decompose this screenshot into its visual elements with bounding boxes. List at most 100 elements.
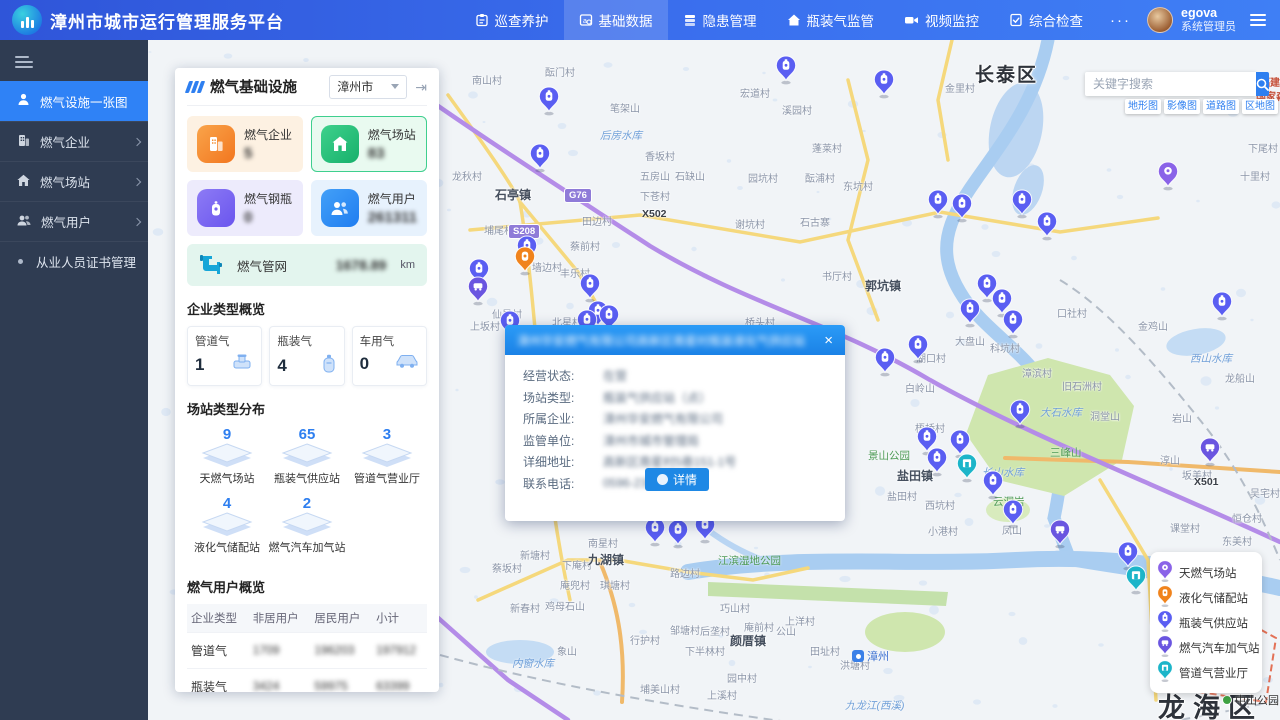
car-pin-icon: [1156, 635, 1174, 661]
search-icon: [1256, 78, 1269, 91]
layers-icon: [281, 512, 333, 536]
layer-button-4[interactable]: 区地图: [1242, 99, 1278, 114]
search-input[interactable]: [1085, 72, 1256, 96]
gas-user-table: 企业类型非居用户居民用户小计 管道气1709196203197912瓶装气342…: [187, 604, 427, 692]
stat-card-1[interactable]: 燃气企业5: [187, 116, 303, 172]
sidebar: 燃气设施一张图燃气企业燃气场站燃气用户从业人员证书管理: [0, 40, 148, 720]
svg-text:a: a: [583, 18, 587, 25]
sidebar-item-4[interactable]: 燃气用户: [0, 201, 148, 241]
map-pin-bottled[interactable]: [958, 298, 982, 333]
legend-item-hall: 管道气营业厅: [1156, 660, 1256, 685]
nav-item-6[interactable]: 综合检查: [994, 0, 1098, 40]
user-role: 系统管理员: [1181, 21, 1236, 34]
map-pin-hall[interactable]: [1124, 565, 1148, 600]
sidebar-item-3[interactable]: 燃气场站: [0, 161, 148, 201]
map-pin-car[interactable]: [466, 276, 490, 311]
map-pin-bottled[interactable]: [926, 189, 950, 224]
map-pin-bottled[interactable]: [872, 69, 896, 104]
map-pin-car[interactable]: [1198, 437, 1222, 472]
station-type-3[interactable]: 3管道气营业厅: [347, 426, 427, 486]
panel-title: 燃气基础设施: [210, 76, 297, 97]
map-pin-bottled[interactable]: [1035, 211, 1059, 246]
station-type-4[interactable]: 4液化气储配站: [187, 495, 267, 555]
nav-item-2[interactable]: a基础数据: [564, 0, 668, 40]
map-pin-bottled[interactable]: [950, 193, 974, 228]
sidebar-item-1[interactable]: 燃气设施一张图: [0, 81, 148, 121]
sidebar-item-2[interactable]: 燃气企业: [0, 121, 148, 161]
layer-switcher: 地形图影像图道路图区地图: [1125, 99, 1278, 114]
station-type-2[interactable]: 65瓶装气供应站: [267, 426, 347, 486]
station-type-5[interactable]: 2燃气汽车加气站: [267, 495, 347, 555]
sidebar-collapse-icon[interactable]: [0, 40, 148, 81]
popup-close-icon[interactable]: ×: [824, 333, 833, 348]
map-pin-natural[interactable]: [1156, 161, 1180, 196]
search-button[interactable]: [1256, 72, 1269, 96]
stat-card-2[interactable]: 燃气场站83: [311, 116, 427, 172]
hazard-icon: [683, 13, 697, 27]
nav-item-3[interactable]: 隐患管理: [668, 0, 772, 40]
map-pin-bottled[interactable]: [666, 519, 690, 554]
lpg-pin-icon: [1156, 585, 1174, 611]
cylinder-icon: [197, 189, 235, 227]
top-bar: 漳州市城市运行管理服务平台 巡查养护a基础数据隐患管理瓶装气监管视频监控综合检查…: [0, 0, 1280, 40]
popup-field-4: 监管单位:漳州市城市管理局: [505, 430, 845, 452]
layer-button-2[interactable]: 影像图: [1164, 99, 1200, 114]
user-info[interactable]: egova 系统管理员: [1181, 6, 1236, 33]
chevron-right-icon: [133, 177, 141, 185]
map-pin-bottled[interactable]: [1001, 309, 1025, 344]
map-pin-bottled[interactable]: [1210, 291, 1234, 326]
map-pin-lpg[interactable]: [513, 246, 537, 281]
pipeline-card[interactable]: 燃气管网 1678.89 km: [187, 244, 427, 286]
layers-icon: [361, 443, 413, 467]
app-menu-icon[interactable]: [1250, 11, 1266, 29]
layer-button-1[interactable]: 地形图: [1125, 99, 1161, 114]
car-icon: [395, 352, 419, 375]
nav-item-1[interactable]: 巡查养护: [460, 0, 564, 40]
enterprise-section-title: 企业类型概览: [187, 299, 427, 318]
app-screen: 南山村酝门村笔架山宏道村溪园村蓬莱村东坑村酝浦村石古寨园坑村谢坑村香坂村五房山石…: [0, 0, 1280, 720]
bottled-pin-icon: [1156, 610, 1174, 636]
map-pin-bottled[interactable]: [528, 143, 552, 178]
enterprise-type-card-1[interactable]: 管道气1: [187, 326, 262, 386]
stat-card-4[interactable]: 燃气用户261311: [311, 180, 427, 236]
table-header: 小计: [372, 604, 427, 632]
panel-title-icon: [187, 81, 203, 93]
stat-card-3[interactable]: 燃气钢瓶0: [187, 180, 303, 236]
map-pin-bottled[interactable]: [873, 347, 897, 382]
map-pin-bottled[interactable]: [1008, 399, 1032, 434]
layers-icon: [201, 512, 253, 536]
table-header: 非居用户: [249, 604, 311, 632]
map-legend: 天燃气场站液化气储配站瓶装气供应站燃气汽车加气站管道气营业厅: [1150, 552, 1262, 693]
map-pin-bottled[interactable]: [906, 334, 930, 369]
map-pin-bottled[interactable]: [774, 55, 798, 90]
map-pin-car[interactable]: [1048, 519, 1072, 554]
pipeline-label: 燃气管网: [237, 256, 287, 275]
pipe-icon: [230, 352, 254, 377]
map-pin-bottled[interactable]: [537, 86, 561, 121]
map-pin-hall[interactable]: [955, 453, 979, 488]
hall-pin-icon: [1156, 660, 1174, 686]
station-type-1[interactable]: 9天燃气场站: [187, 426, 267, 486]
enterprise-type-card-3[interactable]: 车用气0: [352, 326, 427, 386]
bullet-icon: [18, 259, 23, 264]
table-header: 企业类型: [187, 604, 249, 632]
sidebar-item-5[interactable]: 从业人员证书管理: [0, 241, 148, 281]
pipeline-unit: km: [400, 259, 415, 271]
building-icon: [16, 133, 31, 151]
region-dropdown[interactable]: 漳州市: [329, 75, 407, 99]
panel-collapse-icon[interactable]: ⇥: [415, 80, 427, 94]
popup-detail-button[interactable]: 详情: [645, 468, 709, 491]
enterprise-type-card-2[interactable]: 瓶装气4: [269, 326, 344, 386]
layer-button-3[interactable]: 道路图: [1203, 99, 1239, 114]
popup-header: 漳州华安燃气有限公司高新区南星村瓶装液化气供应站 ×: [505, 325, 845, 355]
map-pin-bottled[interactable]: [1001, 499, 1025, 534]
map-pin-bottled[interactable]: [643, 517, 667, 552]
nav-more-button[interactable]: ···: [1098, 12, 1143, 29]
avatar[interactable]: [1147, 7, 1173, 33]
nav-item-4[interactable]: 瓶装气监管: [772, 0, 890, 40]
map-pin-bottled[interactable]: [1010, 189, 1034, 224]
popup-field-1: 经营状态:在营: [505, 365, 845, 387]
user-icon: [321, 189, 359, 227]
map-pin-bottled[interactable]: [925, 447, 949, 482]
nav-item-5[interactable]: 视频监控: [889, 0, 994, 40]
